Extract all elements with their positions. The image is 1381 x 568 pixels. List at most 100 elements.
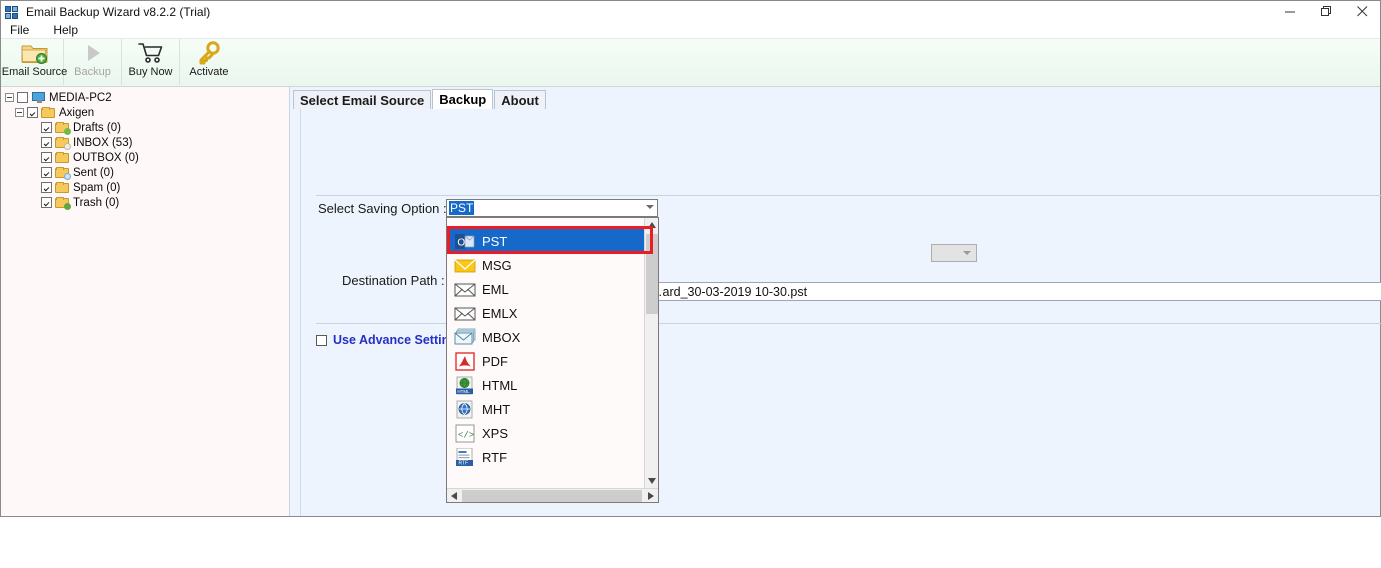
tree-node-label: MEDIA-PC2 bbox=[49, 91, 112, 104]
mbox-stack-icon bbox=[454, 328, 476, 347]
chevron-down-icon bbox=[646, 205, 654, 209]
dropdown-option-eml[interactable]: EML bbox=[447, 277, 658, 301]
folder-tree-panel[interactable]: MEDIA-PC2 Axigen Drafts (0) INBOX (53) O… bbox=[1, 87, 290, 516]
tree-checkbox[interactable] bbox=[41, 167, 52, 178]
dropdown-option-label: EMLX bbox=[482, 305, 518, 321]
expander-placeholder bbox=[29, 183, 38, 192]
dropdown-option-pst[interactable]: O PST bbox=[447, 229, 658, 253]
expander-placeholder bbox=[29, 198, 38, 207]
tree-node-spam[interactable]: Spam (0) bbox=[3, 180, 289, 195]
secondary-option-combo[interactable] bbox=[931, 244, 977, 262]
dropdown-option-msg[interactable]: MSG bbox=[447, 253, 658, 277]
maximize-button[interactable] bbox=[1308, 1, 1344, 22]
destination-path-label: Destination Path : bbox=[342, 273, 445, 288]
outbox-folder-icon bbox=[55, 151, 70, 164]
toolbar-button-buy-now[interactable]: Buy Now bbox=[122, 39, 180, 85]
saving-option-dropdown[interactable]: O PST MSG EML EMLX MBOX PDF HTML HTML MH… bbox=[446, 217, 659, 503]
dropdown-option-mbox[interactable]: MBOX bbox=[447, 325, 658, 349]
tree-node-drafts[interactable]: Drafts (0) bbox=[3, 120, 289, 135]
dropdown-option-html[interactable]: HTML HTML bbox=[447, 373, 658, 397]
spam-folder-icon bbox=[55, 181, 70, 194]
expander-placeholder bbox=[29, 153, 38, 162]
toolbar-label-activate: Activate bbox=[189, 66, 229, 78]
tab-select-email-source[interactable]: Select Email Source bbox=[293, 90, 432, 109]
tab-backup[interactable]: Backup bbox=[432, 89, 494, 109]
tree-node-trash[interactable]: Trash (0) bbox=[3, 195, 289, 210]
app-grid-icon bbox=[5, 5, 21, 19]
tab-label: Backup bbox=[439, 92, 487, 107]
tree-checkbox[interactable] bbox=[17, 92, 28, 103]
dropdown-option-xps[interactable]: </> XPS bbox=[447, 421, 658, 445]
separator-top bbox=[316, 195, 1381, 196]
tree-checkbox[interactable] bbox=[27, 107, 38, 118]
tree-checkbox[interactable] bbox=[41, 197, 52, 208]
toolbar-button-backup[interactable]: Backup bbox=[64, 39, 122, 85]
dropdown-option-rtf[interactable]: RTF RTF bbox=[447, 445, 658, 469]
backup-form: Select Saving Option : …ard_30-03-2019 1… bbox=[300, 109, 1381, 516]
tab-about[interactable]: About bbox=[494, 90, 546, 109]
scroll-down-arrow[interactable] bbox=[645, 474, 658, 488]
tree-checkbox[interactable] bbox=[41, 152, 52, 163]
tab-label: About bbox=[501, 92, 539, 108]
title-bar: Email Backup Wizard v8.2.2 (Trial) bbox=[1, 1, 1380, 22]
toolbar-label-buy-now: Buy Now bbox=[128, 66, 173, 78]
expander-icon[interactable] bbox=[5, 93, 14, 102]
tree-checkbox[interactable] bbox=[41, 122, 52, 133]
scrollbar-thumb[interactable] bbox=[462, 490, 642, 502]
tree-node-label: OUTBOX (0) bbox=[73, 151, 139, 164]
dropdown-option-label: RTF bbox=[482, 449, 508, 465]
dropdown-option-label: EML bbox=[482, 281, 509, 297]
svg-text:HTML: HTML bbox=[457, 388, 470, 393]
destination-path-input[interactable]: …ard_30-03-2019 10-30.pst bbox=[645, 282, 1381, 301]
dropdown-option-label: MHT bbox=[482, 401, 511, 417]
use-advance-settings[interactable]: Use Advance Settings bbox=[316, 333, 464, 347]
rtf-icon: RTF bbox=[454, 447, 476, 467]
dropdown-option-mht[interactable]: MHT bbox=[447, 397, 658, 421]
tree-node-axigen[interactable]: Axigen bbox=[3, 105, 289, 120]
tree-node-inbox[interactable]: INBOX (53) bbox=[3, 135, 289, 150]
tab-label: Select Email Source bbox=[300, 92, 425, 108]
toolbar-label-email-source: Email Source bbox=[1, 66, 68, 78]
eml-envelope-icon bbox=[454, 280, 476, 299]
tree-node-outbox[interactable]: OUTBOX (0) bbox=[3, 150, 289, 165]
tree-checkbox[interactable] bbox=[41, 137, 52, 148]
toolbar-label-backup: Backup bbox=[74, 66, 111, 78]
main-panel: Select Email Source Backup About Select … bbox=[290, 87, 1381, 516]
scroll-left-arrow[interactable] bbox=[447, 489, 461, 503]
menu-item-help[interactable]: Help bbox=[51, 23, 88, 37]
html-icon: HTML bbox=[454, 376, 476, 395]
expander-icon[interactable] bbox=[15, 108, 24, 117]
dropdown-horizontal-scrollbar[interactable] bbox=[447, 488, 658, 502]
dropdown-option-emlx[interactable]: EMLX bbox=[447, 301, 658, 325]
dropdown-option-label: XPS bbox=[482, 425, 509, 441]
saving-option-combo[interactable]: PST bbox=[446, 199, 658, 217]
dropdown-option-pdf[interactable]: PDF bbox=[447, 349, 658, 373]
scroll-right-arrow[interactable] bbox=[644, 489, 658, 503]
dropdown-option-label: PST bbox=[482, 233, 508, 249]
saving-option-label: Select Saving Option : bbox=[318, 201, 447, 216]
content-area: MEDIA-PC2 Axigen Drafts (0) INBOX (53) O… bbox=[1, 87, 1381, 516]
pst-outlook-icon: O bbox=[454, 232, 476, 251]
scrollbar-thumb[interactable] bbox=[646, 234, 658, 314]
expander-placeholder bbox=[29, 123, 38, 132]
play-icon bbox=[81, 41, 105, 65]
key-icon bbox=[196, 41, 222, 65]
dropdown-vertical-scrollbar[interactable] bbox=[644, 218, 658, 488]
computer-icon bbox=[31, 91, 46, 104]
toolbar-button-activate[interactable]: Activate bbox=[180, 39, 238, 85]
menu-item-file[interactable]: File bbox=[8, 23, 39, 37]
close-button[interactable] bbox=[1344, 1, 1380, 22]
advance-settings-checkbox[interactable] bbox=[316, 334, 327, 346]
tree-node-media-pc2[interactable]: MEDIA-PC2 bbox=[3, 90, 289, 105]
pdf-icon bbox=[454, 351, 476, 371]
cart-icon bbox=[137, 41, 164, 65]
toolbar: Email Source Backup Buy Now Activate bbox=[1, 39, 1380, 87]
msg-envelope-icon bbox=[454, 256, 476, 275]
toolbar-button-email-source[interactable]: Email Source bbox=[2, 39, 67, 85]
tree-node-label: Spam (0) bbox=[73, 181, 121, 194]
minimize-button[interactable] bbox=[1272, 1, 1308, 22]
tree-checkbox[interactable] bbox=[41, 182, 52, 193]
tree-node-label: Drafts (0) bbox=[73, 121, 121, 134]
tree-node-sent[interactable]: Sent (0) bbox=[3, 165, 289, 180]
scroll-up-arrow[interactable] bbox=[645, 218, 658, 232]
